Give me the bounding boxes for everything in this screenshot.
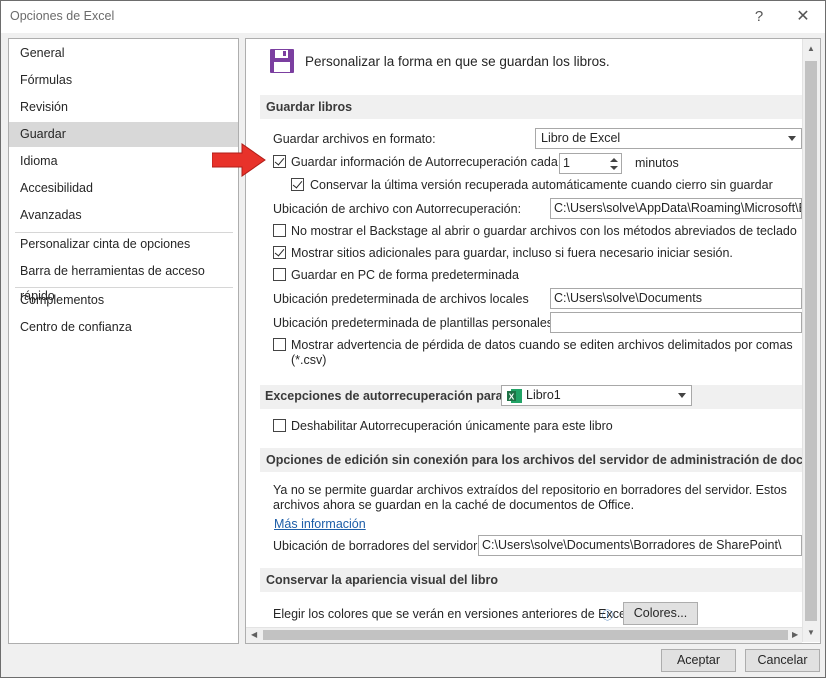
help-button[interactable]: ? (745, 5, 773, 29)
autorrecuperacion-label: Guardar información de Autorrecuperación… (291, 155, 558, 169)
section-guardar-libros: Guardar libros (260, 95, 803, 119)
category-sidebar: General Fórmulas Revisión Guardar Idioma… (8, 38, 239, 644)
info-icon[interactable]: ⓘ (602, 607, 613, 623)
page-title: Personalizar la forma en que se guardan … (305, 54, 610, 69)
aceptar-button[interactable]: Aceptar (661, 649, 736, 672)
svg-text:X: X (509, 392, 515, 402)
excel-icon: X (507, 389, 522, 403)
vertical-scroll-thumb[interactable] (805, 61, 817, 621)
ubicacion-plantillas-label: Ubicación predeterminada de plantillas p… (273, 316, 557, 330)
autorrecuperacion-checkbox[interactable] (273, 155, 286, 168)
title-bar: Opciones de Excel ? ✕ (1, 1, 825, 33)
sitios-adicionales-checkbox[interactable] (273, 246, 286, 259)
offline-description-1: Ya no se permite guardar archivos extraí… (273, 483, 787, 497)
cancelar-button[interactable]: Cancelar (745, 649, 820, 672)
sidebar-item-general[interactable]: General (9, 41, 238, 66)
minutes-stepper[interactable] (607, 153, 622, 174)
borradores-label: Ubicación de borradores del servidor: (273, 539, 481, 553)
guardar-pc-label: Guardar en PC de forma predeterminada (291, 268, 519, 282)
minutes-input[interactable]: 1 (559, 153, 608, 174)
sidebar-item-personalizar-cinta[interactable]: Personalizar cinta de opciones (9, 232, 238, 257)
sidebar-item-formulas[interactable]: Fórmulas (9, 68, 238, 93)
sidebar-item-accesibilidad[interactable]: Accesibilidad (9, 176, 238, 201)
sidebar-item-avanzadas[interactable]: Avanzadas (9, 203, 238, 228)
guardar-pc-checkbox[interactable] (273, 268, 286, 281)
stepper-down-icon[interactable] (610, 166, 618, 170)
scroll-left-arrow-icon[interactable]: ◀ (251, 630, 257, 639)
conservar-version-checkbox[interactable] (291, 178, 304, 191)
scroll-right-arrow-icon[interactable]: ▶ (792, 630, 798, 639)
scroll-down-arrow-icon[interactable]: ▼ (807, 628, 815, 637)
advertencia-csv-checkbox[interactable] (273, 338, 286, 351)
ubicacion-locales-label: Ubicación predeterminada de archivos loc… (273, 292, 529, 306)
conservar-version-label: Conservar la última versión recuperada a… (310, 178, 773, 192)
dialog-title: Opciones de Excel (10, 9, 115, 23)
colores-label: Elegir los colores que se verán en versi… (273, 607, 633, 621)
chevron-down-icon (678, 393, 686, 398)
red-arrow-icon (212, 143, 266, 177)
minutos-label: minutos (635, 156, 679, 170)
advertencia-csv-label-2: (*.csv) (291, 353, 327, 367)
excepciones-label: Excepciones de autorrecuperación para: (265, 389, 507, 403)
section-apariencia-visual: Conservar la apariencia visual del libro (260, 568, 803, 592)
formato-value: Libro de Excel (541, 131, 621, 145)
sidebar-item-centro-confianza[interactable]: Centro de confianza (9, 315, 238, 340)
excel-options-dialog: Opciones de Excel ? ✕ General Fórmulas R… (0, 0, 826, 678)
stepper-up-icon[interactable] (610, 158, 618, 162)
advertencia-csv-label: Mostrar advertencia de pérdida de datos … (291, 338, 793, 352)
formato-label: Guardar archivos en formato: (273, 132, 436, 146)
libro-select[interactable]: Libro1 (501, 385, 692, 406)
sidebar-item-complementos[interactable]: Complementos (9, 288, 238, 313)
no-backstage-label: No mostrar el Backstage al abrir o guard… (291, 224, 797, 238)
offline-description-2: archivos ahora se guardan en la caché de… (273, 498, 635, 512)
sidebar-item-guardar[interactable]: Guardar (9, 122, 238, 147)
no-backstage-checkbox[interactable] (273, 224, 286, 237)
mas-informacion-link[interactable]: Más información (274, 517, 366, 531)
horizontal-scroll-thumb[interactable] (263, 630, 788, 640)
section-offline: Opciones de edición sin conexión para lo… (260, 448, 820, 472)
ubicacion-locales-input[interactable]: C:\Users\solve\Documents (550, 288, 802, 309)
scroll-up-arrow-icon[interactable]: ▲ (807, 44, 815, 53)
save-icon (270, 49, 294, 73)
close-button[interactable]: ✕ (789, 5, 817, 29)
sidebar-item-barra-acceso-rapido[interactable]: Barra de herramientas de acceso rápido (9, 259, 238, 303)
deshabilitar-autorrec-checkbox[interactable] (273, 419, 286, 432)
sitios-adicionales-label: Mostrar sitios adicionales para guardar,… (291, 246, 733, 260)
formato-select[interactable]: Libro de Excel (535, 128, 802, 149)
sidebar-item-revision[interactable]: Revisión (9, 95, 238, 120)
colores-button[interactable]: Colores... (623, 602, 698, 625)
ubicacion-plantillas-input[interactable] (550, 312, 802, 333)
borradores-input[interactable]: C:\Users\solve\Documents\Borradores de S… (478, 535, 802, 556)
deshabilitar-autorrec-label: Deshabilitar Autorrecuperación únicament… (291, 419, 613, 433)
chevron-down-icon (788, 136, 796, 141)
sidebar-item-idioma[interactable]: Idioma (9, 149, 238, 174)
libro-value: Libro1 (526, 388, 561, 402)
ubicacion-autorrec-label: Ubicación de archivo con Autorrecuperaci… (273, 202, 522, 216)
ubicacion-autorrec-input[interactable]: C:\Users\solve\AppData\Roaming\Microsoft… (550, 198, 802, 219)
